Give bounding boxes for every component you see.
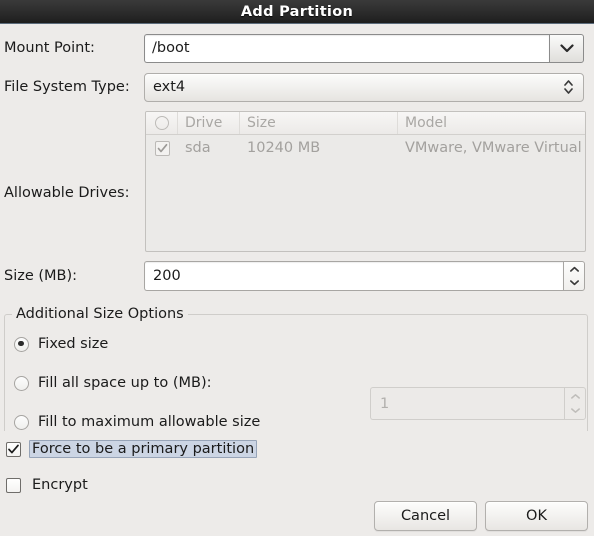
encrypt-checkbox[interactable] xyxy=(6,477,21,493)
mount-point-dropdown-button[interactable] xyxy=(549,33,584,63)
drive-size: 10240 MB xyxy=(247,140,321,156)
drives-column-drive[interactable]: Drive xyxy=(178,112,240,134)
chevron-down-icon[interactable] xyxy=(569,279,580,286)
fill-up-to-spin-buttons xyxy=(564,387,586,420)
size-mb-spin-buttons[interactable] xyxy=(563,261,585,291)
size-mb-label: Size (MB): xyxy=(4,268,78,284)
force-primary-partition-checkbox-row[interactable]: Force to be a primary partition xyxy=(6,440,258,458)
mount-point-input[interactable]: /boot xyxy=(144,33,549,63)
encrypt-label: Encrypt xyxy=(32,477,88,493)
force-primary-partition-label: Force to be a primary partition xyxy=(29,440,258,458)
encrypt-checkbox-row[interactable]: Encrypt xyxy=(6,476,91,494)
allowable-drives-label: Allowable Drives: xyxy=(4,185,130,201)
fill-up-to-input: 1 xyxy=(370,387,564,420)
drive-model: VMware, VMware Virtual S xyxy=(405,140,585,156)
radio-fill-all-space-label: Fill all space up to (MB): xyxy=(38,375,212,391)
window-titlebar: Add Partition xyxy=(0,0,594,24)
mount-point-label: Mount Point: xyxy=(4,40,95,56)
dialog-action-bar: Cancel OK xyxy=(374,501,588,531)
drives-column-select[interactable] xyxy=(146,112,178,134)
file-system-type-value: ext4 xyxy=(153,79,186,95)
force-primary-partition-checkbox[interactable] xyxy=(6,441,21,457)
drives-table-header: Drive Size Model xyxy=(146,112,585,135)
size-mb-row: Size (MB): 200 xyxy=(4,261,590,291)
radio-fill-to-maximum[interactable]: Fill to maximum allowable size xyxy=(14,414,260,430)
fill-up-to-stepper: 1 xyxy=(370,387,586,420)
radio-fill-all-space[interactable]: Fill all space up to (MB): xyxy=(14,375,212,391)
checkmark-icon xyxy=(8,444,19,453)
add-partition-dialog: Mount Point: /boot File System Type: ext… xyxy=(0,25,594,536)
file-system-type-spinner-icons[interactable] xyxy=(553,78,583,96)
drives-column-model[interactable]: Model xyxy=(398,112,585,134)
table-row[interactable]: sda 10240 MB VMware, VMware Virtual S xyxy=(146,135,585,161)
radio-unselected-icon xyxy=(14,414,29,430)
chevron-up-icon xyxy=(570,393,581,400)
radio-fill-to-maximum-label: Fill to maximum allowable size xyxy=(38,414,261,430)
size-mb-stepper[interactable]: 200 xyxy=(144,261,585,291)
ok-button[interactable]: OK xyxy=(485,501,588,531)
select-all-circle-icon xyxy=(154,116,169,130)
mount-point-combo[interactable]: /boot xyxy=(144,33,584,63)
drive-row-checkbox[interactable] xyxy=(146,140,178,156)
window-title: Add Partition xyxy=(240,3,354,20)
radio-fixed-size[interactable]: Fixed size xyxy=(14,336,108,352)
size-mb-input[interactable]: 200 xyxy=(144,261,563,291)
chevron-down-icon xyxy=(559,43,574,53)
checkmark-icon xyxy=(154,140,170,156)
radio-selected-icon xyxy=(14,336,29,352)
allowable-drives-list[interactable]: Drive Size Model sda 10240 MB VMware, VM… xyxy=(145,111,586,252)
cancel-button[interactable]: Cancel xyxy=(374,501,477,531)
chevron-up-icon[interactable] xyxy=(569,266,580,273)
drives-column-size[interactable]: Size xyxy=(240,112,398,134)
mount-point-row: Mount Point: /boot xyxy=(4,33,590,63)
file-system-type-select[interactable]: ext4 xyxy=(144,72,584,102)
additional-size-options-title: Additional Size Options xyxy=(12,306,188,323)
file-system-type-label: File System Type: xyxy=(4,79,130,95)
radio-fixed-size-label: Fixed size xyxy=(38,336,109,352)
file-system-type-row: File System Type: ext4 xyxy=(4,72,590,102)
chevron-down-icon xyxy=(570,407,581,414)
radio-unselected-icon xyxy=(14,375,29,391)
drive-name: sda xyxy=(185,140,211,156)
chevron-up-down-icon xyxy=(563,78,574,96)
